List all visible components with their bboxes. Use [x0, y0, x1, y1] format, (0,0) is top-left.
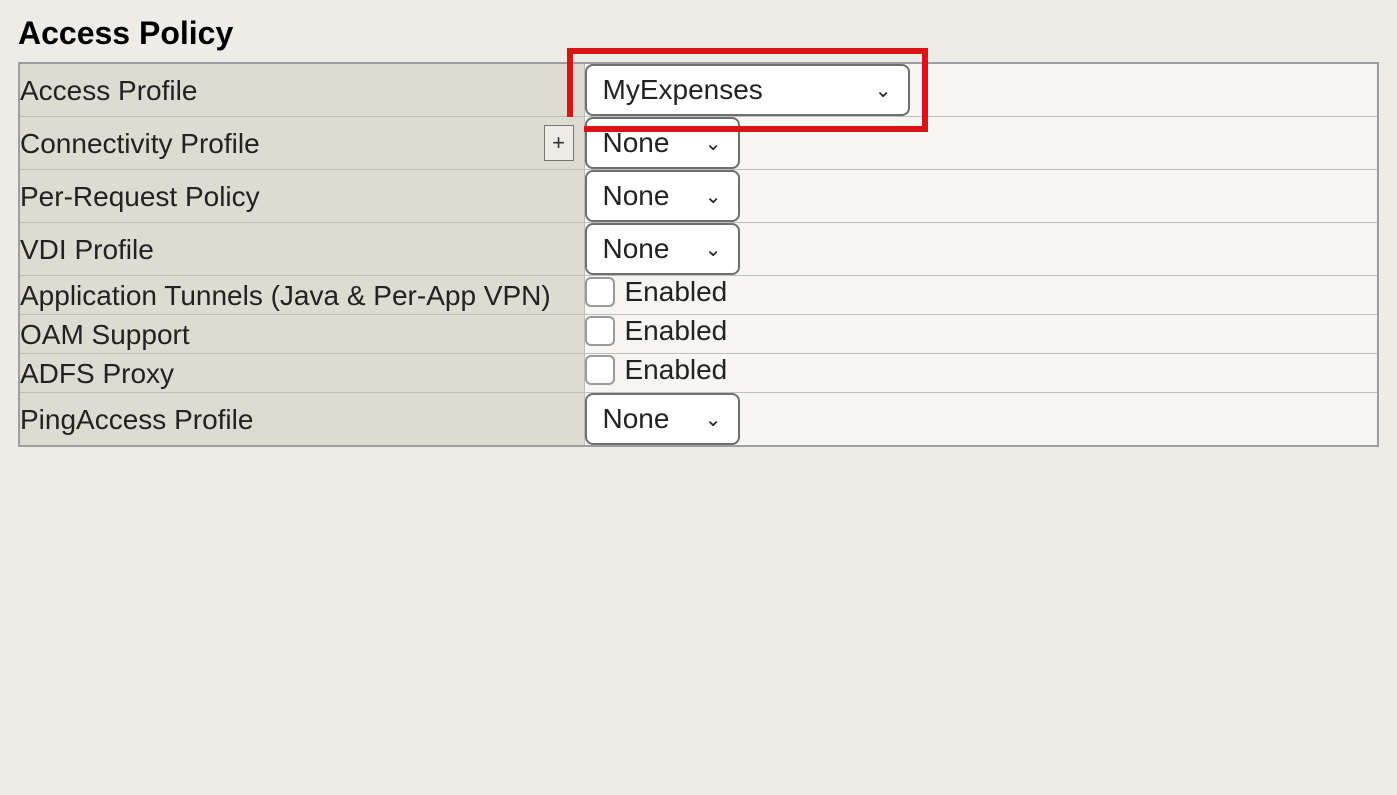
select-pingaccess-profile[interactable]: None ⌄ — [585, 393, 740, 445]
chevron-down-icon: ⌄ — [705, 407, 722, 432]
row-vdi-profile: VDI Profile None ⌄ — [19, 223, 1378, 276]
checkbox-oam-support[interactable] — [585, 316, 615, 346]
checkbox-label-app-tunnels: Enabled — [625, 276, 728, 308]
label-pingaccess-profile: PingAccess Profile — [20, 404, 253, 435]
label-vdi-profile: VDI Profile — [20, 234, 154, 265]
chevron-down-icon: ⌄ — [705, 131, 722, 156]
row-oam-support: OAM Support Enabled — [19, 315, 1378, 354]
label-app-tunnels: Application Tunnels (Java & Per-App VPN) — [20, 280, 551, 311]
select-access-profile[interactable]: MyExpenses ⌄ — [585, 64, 910, 116]
add-connectivity-profile-button[interactable]: + — [544, 125, 574, 161]
row-app-tunnels: Application Tunnels (Java & Per-App VPN)… — [19, 276, 1378, 315]
chevron-down-icon: ⌄ — [875, 78, 892, 103]
label-oam-support: OAM Support — [20, 319, 190, 350]
row-pingaccess-profile: PingAccess Profile None ⌄ — [19, 393, 1378, 447]
checkbox-label-adfs-proxy: Enabled — [625, 354, 728, 386]
chevron-down-icon: ⌄ — [705, 237, 722, 262]
select-per-request-policy-value: None — [603, 180, 670, 212]
label-adfs-proxy: ADFS Proxy — [20, 358, 174, 389]
row-connectivity-profile: Connectivity Profile + None ⌄ — [19, 117, 1378, 170]
select-pingaccess-profile-value: None — [603, 403, 670, 435]
chevron-down-icon: ⌄ — [705, 184, 722, 209]
row-per-request-policy: Per-Request Policy None ⌄ — [19, 170, 1378, 223]
row-access-profile: Access Profile MyExpenses ⌄ — [19, 63, 1378, 117]
select-vdi-profile-value: None — [603, 233, 670, 265]
label-per-request-policy: Per-Request Policy — [20, 181, 260, 212]
select-connectivity-profile-value: None — [603, 127, 670, 159]
access-policy-table: Access Profile MyExpenses ⌄ Connectivity… — [18, 62, 1379, 447]
select-connectivity-profile[interactable]: None ⌄ — [585, 117, 740, 169]
section-title: Access Policy — [18, 15, 1379, 52]
row-adfs-proxy: ADFS Proxy Enabled — [19, 354, 1378, 393]
checkbox-label-oam-support: Enabled — [625, 315, 728, 347]
label-access-profile: Access Profile — [20, 75, 197, 106]
select-per-request-policy[interactable]: None ⌄ — [585, 170, 740, 222]
label-connectivity-profile: Connectivity Profile — [20, 128, 260, 159]
checkbox-app-tunnels[interactable] — [585, 277, 615, 307]
select-vdi-profile[interactable]: None ⌄ — [585, 223, 740, 275]
select-access-profile-value: MyExpenses — [603, 74, 763, 106]
checkbox-adfs-proxy[interactable] — [585, 355, 615, 385]
